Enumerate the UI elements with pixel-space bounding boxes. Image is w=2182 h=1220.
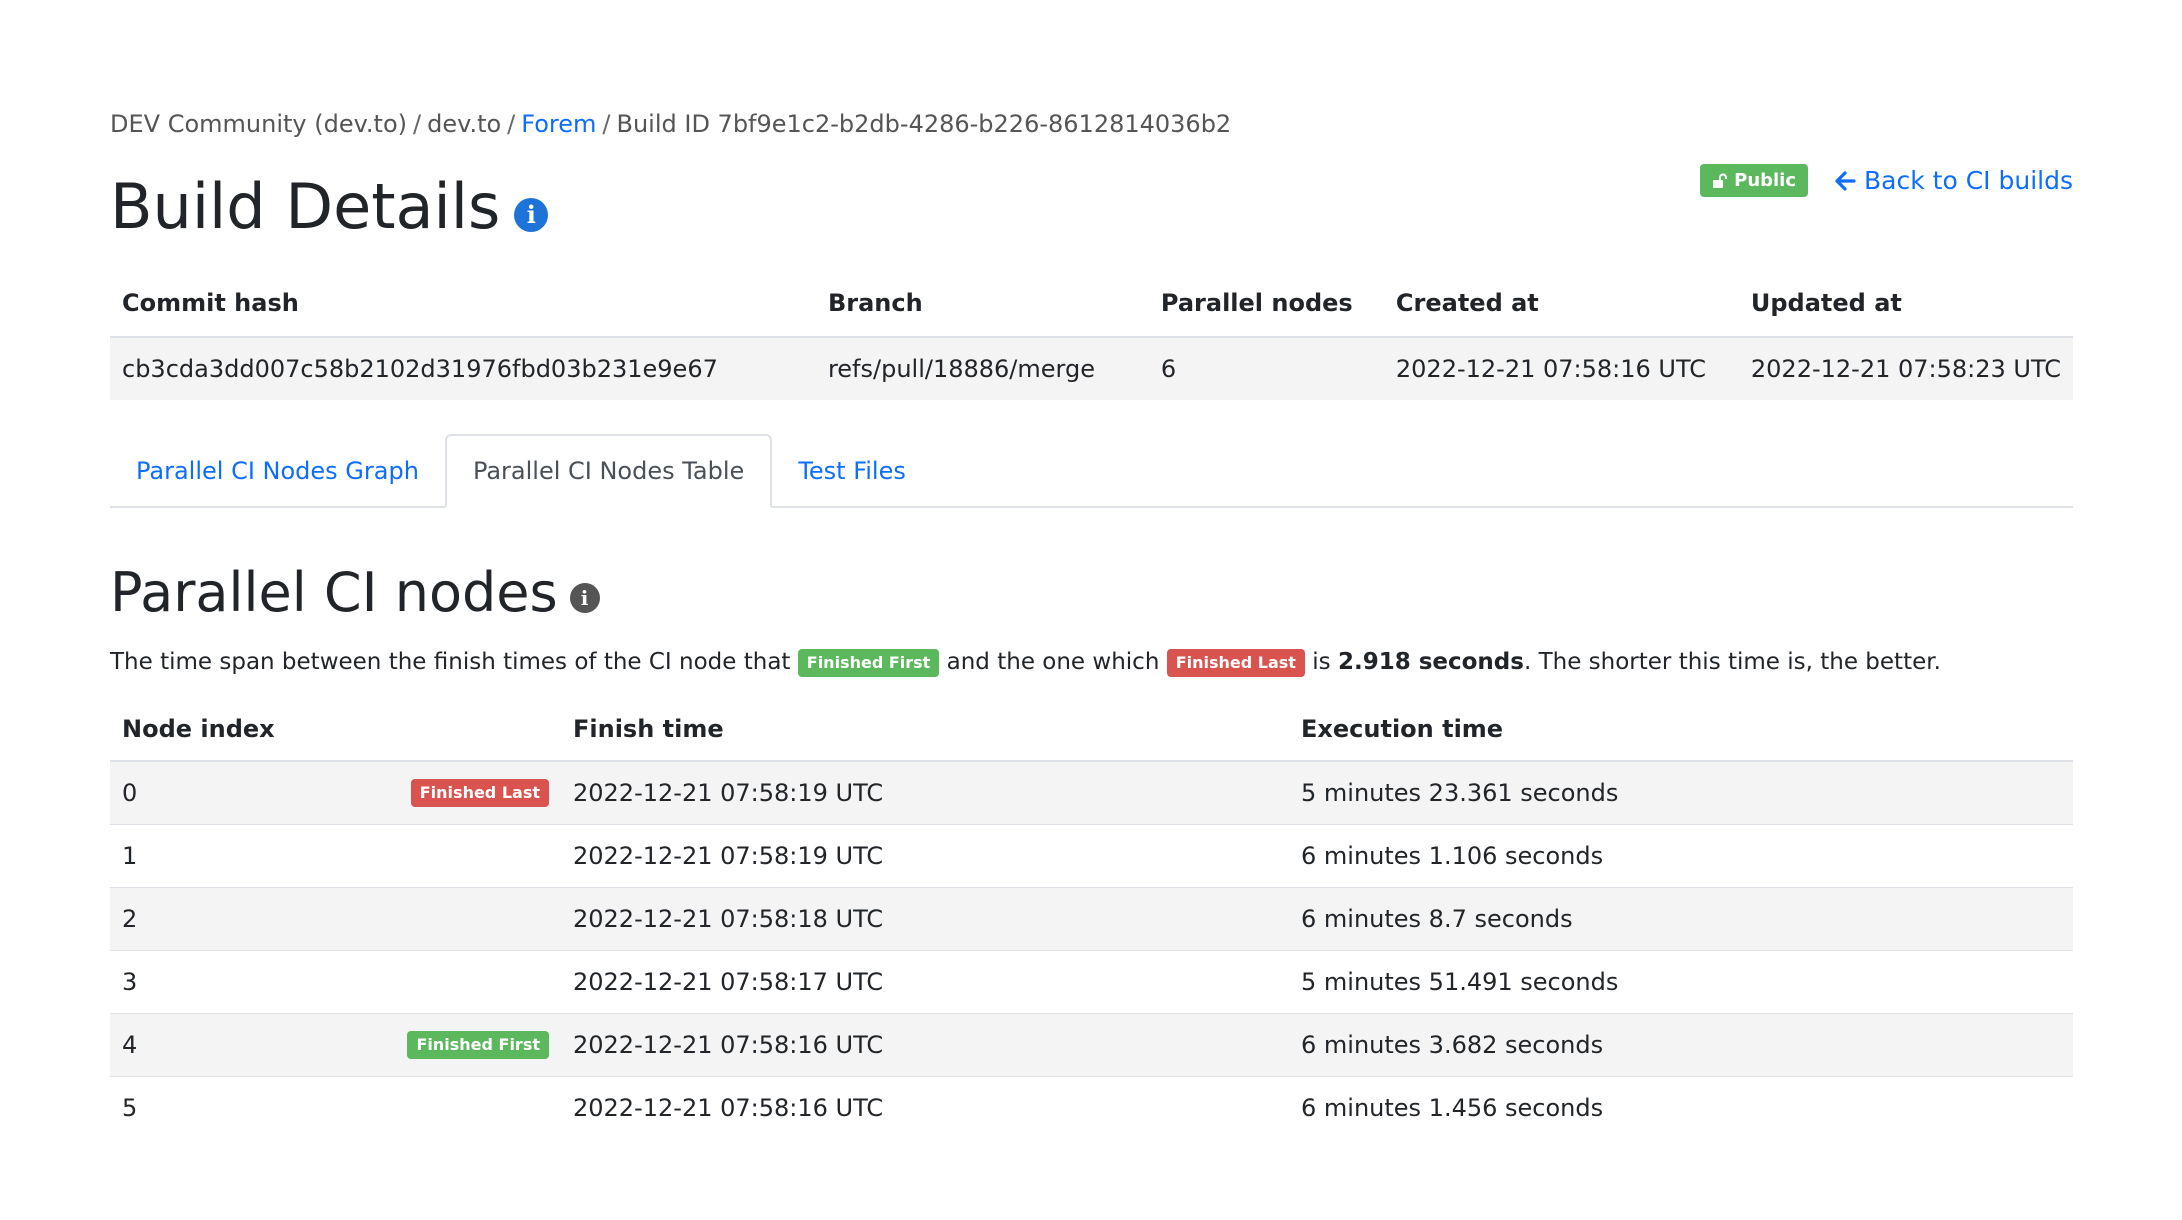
column-header-branch: Branch [815, 270, 1149, 338]
table-row: 0 Finished Last 2022-12-21 07:58:19 UTC 5… [110, 761, 2073, 825]
node-index: 1 [122, 842, 138, 870]
breadcrumb-repo-link[interactable]: Forem [521, 110, 596, 138]
execution-time: 6 minutes 8.7 seconds [1289, 887, 2073, 951]
finish-time: 2022-12-21 07:58:16 UTC [573, 1094, 884, 1122]
created-at-value: 2022-12-21 07:58:16 UTC [1383, 337, 1739, 400]
commit-hash-value: cb3cda3dd007c58b2102d31976fbd03b231e9e67 [110, 337, 816, 400]
breadcrumb-org[interactable]: DEV Community (dev.to) [110, 110, 407, 138]
tab-bar: Parallel CI Nodes Graph Parallel CI Node… [110, 434, 2073, 508]
node-index-cell: 1 [110, 824, 561, 888]
finish-time: 2022-12-21 07:58:17 UTC [561, 950, 1289, 1014]
breadcrumb-build: Build ID 7bf9e1c2-b2db-4286-b226-8612814… [616, 110, 1232, 138]
breadcrumb-separator: / [413, 110, 422, 138]
node-index: 5 [122, 1094, 138, 1122]
summary-is: is [1312, 649, 1331, 675]
execution-time: 6 minutes 1.106 seconds [1289, 824, 2073, 888]
public-badge: Public [1700, 164, 1809, 197]
updated-at-value: 2022-12-21 07:58:23 UTC [1738, 337, 2073, 400]
finished-last-badge: Finished Last [410, 779, 549, 807]
node-index: 2 [122, 905, 138, 933]
arrow-left-icon [1835, 170, 1856, 191]
info-icon[interactable]: i [569, 583, 600, 614]
node-index: 3 [122, 968, 138, 996]
tab-parallel-ci-nodes-graph[interactable]: Parallel CI Nodes Graph [110, 436, 445, 506]
breadcrumb: DEV Community (dev.to) / dev.to / Forem / Buil… [110, 100, 2073, 148]
node-index-cell: 0 Finished Last [110, 761, 561, 825]
tab-parallel-ci-nodes-table[interactable]: Parallel CI Nodes Table [444, 434, 773, 508]
section-title: Parallel CI nodes i [110, 558, 2073, 628]
execution-time: 6 minutes 1.456 seconds [1301, 1094, 1604, 1122]
parallel-nodes-table: Node index Finish time Execution time 0 F… [110, 698, 2073, 1139]
unlock-icon [1713, 173, 1728, 188]
execution-time: 6 minutes 3.682 seconds [1289, 1013, 2073, 1077]
build-info-table: Commit hash Branch Parallel nodes Create… [110, 270, 2073, 400]
finish-time: 2022-12-21 07:58:19 UTC [561, 761, 1289, 825]
table-row: 4 Finished First 2022-12-21 07:58:16 UTC … [110, 1013, 2073, 1077]
finish-time: 2022-12-21 07:58:19 UTC [561, 824, 1289, 888]
summary-prefix: The time span between the finish times o… [110, 649, 791, 675]
table-row: 1 2022-12-21 07:58:19 UTC 6 minutes 1.10… [110, 824, 2073, 888]
finished-first-badge: Finished First [407, 1031, 549, 1059]
back-to-ci-builds-link[interactable]: Back to CI builds [1834, 166, 2073, 195]
page-header: Build Details i Public Back to CI builds [110, 158, 2073, 256]
tab-test-files[interactable]: Test Files [772, 436, 932, 506]
finished-last-badge: Finished Last [1166, 648, 1305, 677]
node-index: 4 [122, 1031, 138, 1059]
node-index-cell: 3 [110, 950, 561, 1014]
main-container: DEV Community (dev.to) / dev.to / Forem / Buil… [110, 100, 2073, 1139]
node-index-cell: 5 [110, 1077, 561, 1140]
finish-time: 2022-12-21 07:58:18 UTC [561, 887, 1289, 951]
parallel-nodes-value: 6 [1148, 337, 1384, 400]
column-header-execution-time: Execution time [1289, 698, 2073, 762]
back-link-label: Back to CI builds [1864, 166, 2073, 195]
info-icon[interactable]: i [514, 197, 549, 232]
node-index-cell: 2 [110, 887, 561, 951]
section-title-text: Parallel CI nodes [110, 561, 558, 624]
build-info-header-row: Commit hash Branch Parallel nodes Create… [110, 270, 2073, 338]
column-header-updated-at: Updated at [1738, 270, 2073, 338]
breadcrumb-separator: / [602, 110, 611, 138]
page-title-text: Build Details [110, 170, 501, 243]
finished-first-badge: Finished First [797, 648, 940, 677]
breadcrumb-project[interactable]: dev.to [427, 110, 501, 138]
execution-time: 5 minutes 51.491 seconds [1289, 950, 2073, 1014]
column-header-commit-hash: Commit hash [110, 270, 816, 338]
column-header-node-index: Node index [110, 698, 561, 762]
node-index: 0 [122, 779, 138, 807]
table-row: 3 2022-12-21 07:58:17 UTC 5 minutes 51.4… [110, 950, 2073, 1014]
table-row: 5 2022-12-21 07:58:16 UTC 6 minutes 1.45… [110, 1077, 2073, 1140]
execution-time: 5 minutes 23.361 seconds [1289, 761, 2073, 825]
column-header-finish-time: Finish time [561, 698, 1289, 762]
summary-value: 2.918 seconds [1337, 649, 1524, 675]
page-title: Build Details i [110, 158, 549, 256]
nodes-header-row: Node index Finish time Execution time [110, 698, 2073, 762]
node-index-cell: 4 Finished First [110, 1013, 561, 1077]
breadcrumb-separator: / [507, 110, 516, 138]
summary-middle: and the one which [946, 649, 1160, 675]
finish-time: 2022-12-21 07:58:16 UTC [561, 1013, 1289, 1077]
table-row: 2 2022-12-21 07:58:18 UTC 6 minutes 8.7 … [110, 887, 2073, 951]
column-header-parallel-nodes: Parallel nodes [1148, 270, 1384, 338]
summary-suffix: . The shorter this time is, the better. [1523, 649, 1941, 675]
column-header-created-at: Created at [1383, 270, 1739, 338]
header-actions: Public Back to CI builds [1700, 164, 2073, 197]
time-span-summary: The time span between the finish times o… [110, 642, 2073, 682]
build-info-row: cb3cda3dd007c58b2102d31976fbd03b231e9e67… [110, 337, 2073, 400]
branch-value: refs/pull/18886/merge [815, 337, 1149, 400]
public-badge-label: Public [1734, 170, 1797, 191]
